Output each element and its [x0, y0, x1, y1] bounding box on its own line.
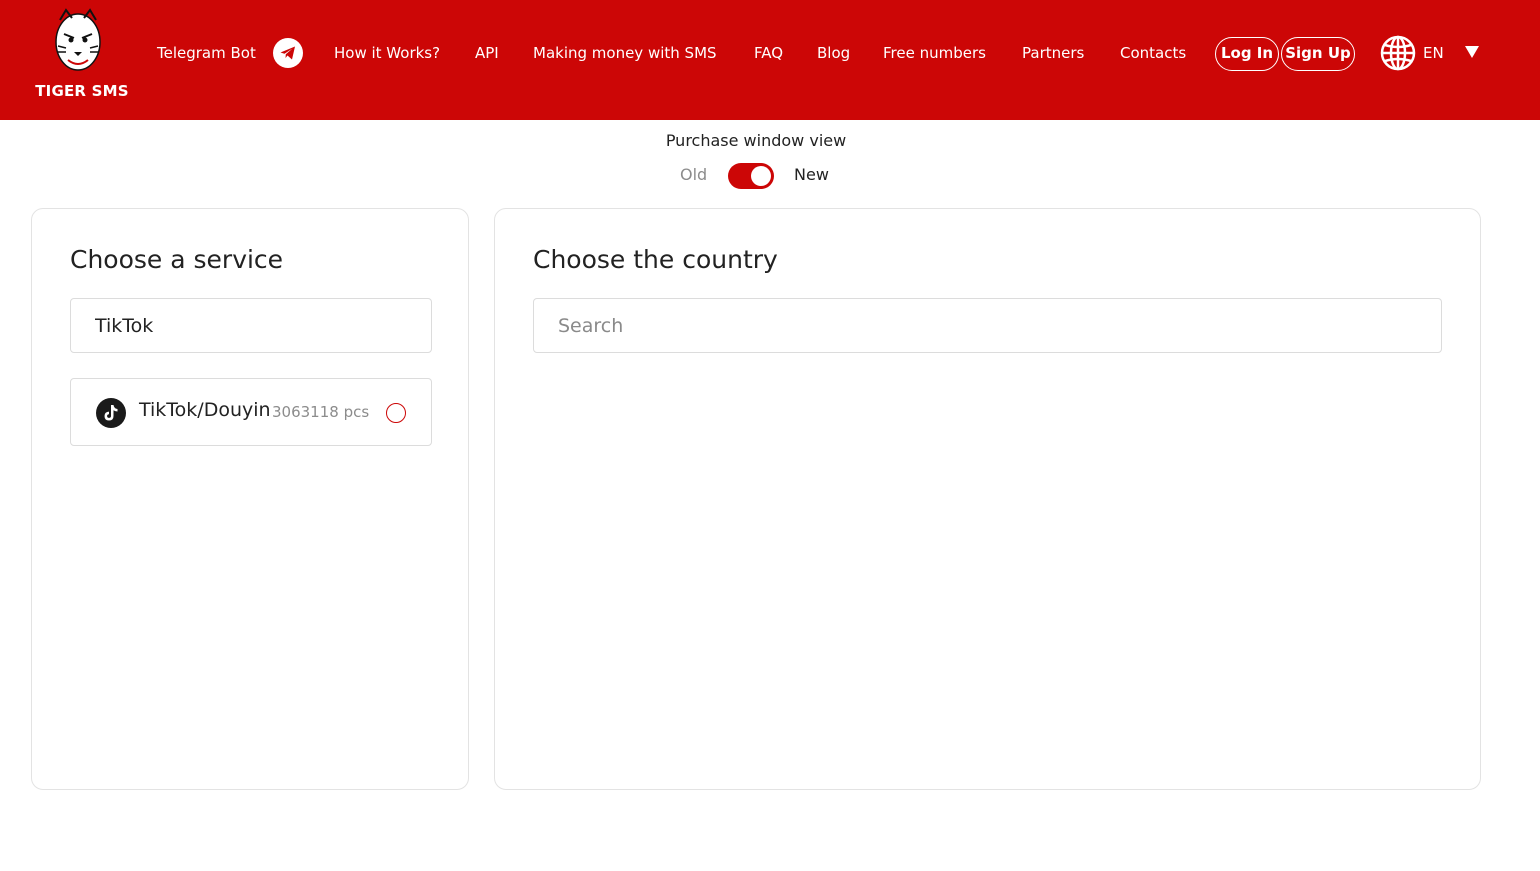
- country-panel: Choose the country: [494, 208, 1481, 790]
- globe-icon[interactable]: [1380, 35, 1416, 71]
- country-search-input[interactable]: [558, 299, 1417, 352]
- view-option-old[interactable]: Old: [680, 165, 707, 184]
- country-search-field[interactable]: [533, 298, 1442, 353]
- country-panel-title: Choose the country: [533, 245, 778, 274]
- purchase-view-title: Purchase window view: [665, 131, 847, 150]
- nav-partners[interactable]: Partners: [1022, 41, 1084, 65]
- service-select-radio[interactable]: [386, 403, 406, 423]
- language-label[interactable]: EN: [1423, 41, 1444, 65]
- nav-api[interactable]: API: [475, 41, 499, 65]
- signup-button[interactable]: Sign Up: [1281, 37, 1355, 71]
- toggle-knob: [751, 166, 771, 186]
- logo-text: TIGER SMS: [35, 82, 129, 100]
- service-search-input[interactable]: [95, 299, 407, 352]
- purchase-view-toggle[interactable]: [728, 163, 774, 189]
- nav-free-numbers[interactable]: Free numbers: [883, 41, 986, 65]
- nav-how-it-works[interactable]: How it Works?: [334, 41, 440, 65]
- view-option-new[interactable]: New: [794, 165, 829, 184]
- nav-blog[interactable]: Blog: [817, 41, 850, 65]
- nav-contacts[interactable]: Contacts: [1120, 41, 1186, 65]
- login-button[interactable]: Log In: [1215, 37, 1279, 71]
- tiktok-icon: [96, 398, 126, 428]
- top-navbar: TIGER SMS Telegram Bot How it Works? API…: [0, 0, 1540, 120]
- service-count: 3063118 pcs: [272, 403, 370, 421]
- nav-faq[interactable]: FAQ: [754, 41, 783, 65]
- chevron-down-icon[interactable]: [1465, 46, 1479, 58]
- telegram-icon[interactable]: [273, 38, 303, 68]
- service-panel: Choose a service TikTok/Douyin 3063118 p…: [31, 208, 469, 790]
- nav-making-money[interactable]: Making money with SMS: [533, 41, 717, 65]
- service-name: TikTok/Douyin: [139, 399, 271, 421]
- nav-telegram-bot[interactable]: Telegram Bot: [157, 41, 256, 65]
- service-panel-title: Choose a service: [70, 245, 284, 274]
- tiger-logo-icon: [55, 8, 101, 76]
- tiger-sms-logo[interactable]: TIGER SMS: [30, 6, 134, 106]
- service-list-item[interactable]: TikTok/Douyin 3063118 pcs: [70, 378, 432, 446]
- service-search-field[interactable]: [70, 298, 432, 353]
